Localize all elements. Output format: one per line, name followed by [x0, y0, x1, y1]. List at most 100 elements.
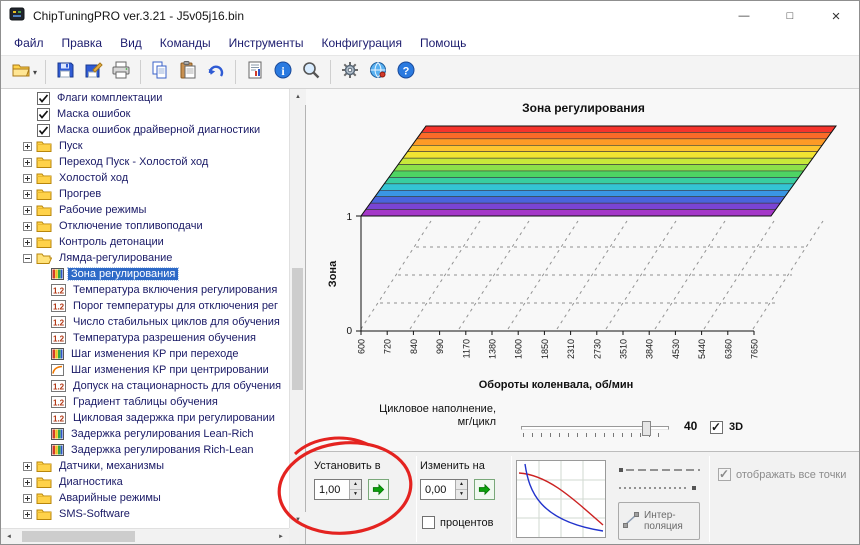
tree-item-label[interactable]: Температура разрешения обучения: [70, 332, 259, 344]
tree-item-label[interactable]: Задержка регулирования Rich-Lean: [68, 444, 257, 456]
scroll-track[interactable]: [290, 105, 305, 512]
menu-item-4[interactable]: Инструменты: [220, 33, 313, 53]
copy-button[interactable]: [146, 58, 174, 86]
settings-button[interactable]: [336, 58, 364, 86]
tree-item[interactable]: 1.2Число стабильных циклов для обучения: [1, 314, 289, 330]
scroll-thumb-horizontal[interactable]: [22, 531, 135, 542]
tree-item-label[interactable]: SMS-Software: [56, 508, 133, 520]
apply-set-button[interactable]: [368, 479, 389, 500]
expand-icon[interactable]: [23, 174, 32, 183]
tree-item-label[interactable]: Шаг изменения КР при центрировании: [68, 364, 272, 376]
tree-item-label[interactable]: Цикловая задержка при регулировании: [70, 412, 278, 424]
scroll-track-horizontal[interactable]: [17, 529, 273, 544]
expand-icon[interactable]: [23, 510, 32, 519]
percent-checkbox[interactable]: [422, 516, 435, 529]
menu-item-6[interactable]: Помощь: [411, 33, 475, 53]
zoom-button[interactable]: [297, 58, 325, 86]
paste-button[interactable]: [174, 58, 202, 86]
slider-thumb[interactable]: [642, 421, 651, 436]
tree-item-label[interactable]: Рабочие режимы: [56, 204, 149, 216]
menu-item-2[interactable]: Вид: [111, 33, 151, 53]
tree-item-label[interactable]: Градиент таблицы обучения: [70, 396, 221, 408]
change-by-spinedit[interactable]: 0,00 ▲▼: [420, 479, 468, 500]
3d-checkbox[interactable]: [710, 421, 723, 434]
tree-item[interactable]: 1.2Температура разрешения обучения: [1, 330, 289, 346]
expand-icon[interactable]: [23, 238, 32, 247]
tree-item-label[interactable]: Аварийные режимы: [56, 492, 164, 504]
tree-item[interactable]: Пуск: [1, 138, 289, 154]
change-by-value[interactable]: 0,00: [421, 480, 455, 499]
line-style-option-2[interactable]: [618, 480, 702, 498]
expand-icon[interactable]: [23, 478, 32, 487]
tree-item-label[interactable]: Маска ошибок драйверной диагностики: [54, 124, 263, 136]
menu-item-1[interactable]: Правка: [53, 33, 112, 53]
tree-item[interactable]: SMS-Software: [1, 506, 289, 522]
save-as-button[interactable]: [79, 58, 107, 86]
menu-item-0[interactable]: Файл: [5, 33, 53, 53]
tree-item-label[interactable]: Флаги комплектации: [54, 92, 165, 104]
scroll-left-arrow[interactable]: ◄: [1, 529, 17, 545]
tree-item[interactable]: 1.2Градиент таблицы обучения: [1, 394, 289, 410]
scroll-down-arrow[interactable]: ▼: [290, 512, 306, 528]
report-button[interactable]: [241, 58, 269, 86]
tree-item-label[interactable]: Холостой ход: [56, 172, 131, 184]
menu-item-5[interactable]: Конфигурация: [312, 33, 411, 53]
tree-item-label[interactable]: Датчики, механизмы: [56, 460, 167, 472]
set-to-spinedit[interactable]: 1,00 ▲▼: [314, 479, 362, 500]
undo-button[interactable]: [202, 58, 230, 86]
save-button[interactable]: [51, 58, 79, 86]
tree-item-label[interactable]: Лямда-регулирование: [56, 252, 175, 264]
interpolation-button[interactable]: Интер-поляция: [618, 502, 700, 540]
cycle-fill-slider[interactable]: [521, 421, 669, 439]
tree-item-label[interactable]: Зона регулирования: [68, 268, 178, 280]
scroll-thumb[interactable]: [292, 268, 303, 390]
tree-item[interactable]: 1.2Допуск на стационарность для обучения: [1, 378, 289, 394]
curve-preview[interactable]: [516, 460, 606, 538]
spin-up-button[interactable]: ▲: [350, 480, 361, 490]
tree-item[interactable]: Зона регулирования: [1, 266, 289, 282]
collapse-icon[interactable]: [23, 254, 32, 263]
tree-item[interactable]: 1.2Температура включения регулирования: [1, 282, 289, 298]
set-to-value[interactable]: 1,00: [315, 480, 349, 499]
open-dropdown-caret[interactable]: ▾: [33, 68, 37, 77]
tree-horizontal-scrollbar[interactable]: ◄ ►: [1, 528, 289, 544]
help-button[interactable]: ?: [392, 58, 420, 86]
tree-item-label[interactable]: Маска ошибок: [54, 108, 133, 120]
expand-icon[interactable]: [23, 190, 32, 199]
tree-item-label[interactable]: Число стабильных циклов для обучения: [70, 316, 283, 328]
network-button[interactable]: [364, 58, 392, 86]
show-all-points-checkbox[interactable]: [718, 468, 731, 481]
tree-item-label[interactable]: Переход Пуск - Холостой ход: [56, 156, 211, 168]
scroll-up-arrow[interactable]: ▲: [290, 89, 306, 105]
tree-item-label[interactable]: Температура включения регулирования: [70, 284, 280, 296]
maximize-button[interactable]: □: [767, 1, 813, 31]
tree-item[interactable]: Маска ошибок драйверной диагностики: [1, 122, 289, 138]
tree-item[interactable]: Контроль детонации: [1, 234, 289, 250]
tree-item-label[interactable]: Пуск: [56, 140, 86, 152]
tree-item[interactable]: Флаги комплектации: [1, 90, 289, 106]
tree-item[interactable]: Диагностика: [1, 474, 289, 490]
spin-down-button[interactable]: ▼: [350, 490, 361, 499]
expand-icon[interactable]: [23, 206, 32, 215]
tree-item[interactable]: 1.2Цикловая задержка при регулировании: [1, 410, 289, 426]
tree-item-label[interactable]: Отключение топливоподачи: [56, 220, 206, 232]
tree-item-label[interactable]: Допуск на стационарность для обучения: [70, 380, 284, 392]
tree-item[interactable]: Переход Пуск - Холостой ход: [1, 154, 289, 170]
tree-item[interactable]: Холостой ход: [1, 170, 289, 186]
info-button[interactable]: i: [269, 58, 297, 86]
expand-icon[interactable]: [23, 222, 32, 231]
tree-item-label[interactable]: Контроль детонации: [56, 236, 167, 248]
scroll-right-arrow[interactable]: ►: [273, 529, 289, 545]
tree-item[interactable]: Шаг изменения КР при центрировании: [1, 362, 289, 378]
menu-item-3[interactable]: Команды: [151, 33, 220, 53]
tree-item[interactable]: 1.2Порог температуры для отключения рег: [1, 298, 289, 314]
spin-up-button[interactable]: ▲: [456, 480, 467, 490]
close-button[interactable]: ×: [813, 1, 859, 31]
tree-item[interactable]: Отключение топливоподачи: [1, 218, 289, 234]
apply-change-button[interactable]: [474, 479, 495, 500]
tree-vertical-scrollbar[interactable]: ▲ ▼: [289, 89, 305, 528]
expand-icon[interactable]: [23, 462, 32, 471]
tree-item[interactable]: Рабочие режимы: [1, 202, 289, 218]
tree-item-label[interactable]: Прогрев: [56, 188, 104, 200]
tree-item-label[interactable]: Порог температуры для отключения рег: [70, 300, 281, 312]
